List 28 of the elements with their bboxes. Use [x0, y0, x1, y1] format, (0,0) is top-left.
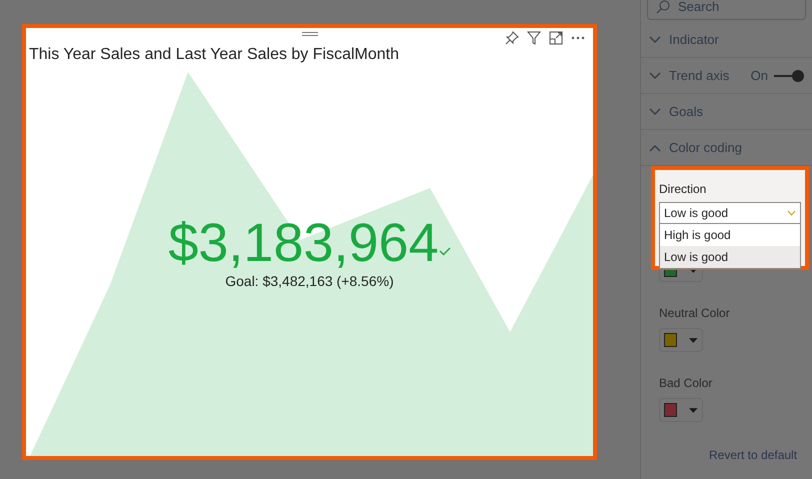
goal-text: Goal: $3,482,163 (+8.56%): [225, 272, 394, 290]
search-input[interactable]: Search: [678, 0, 788, 17]
toggle-label: On: [750, 66, 768, 85]
direction-label: Direction: [659, 181, 706, 198]
color-label: Neutral Color: [659, 305, 731, 322]
direction-dropdown[interactable]: Low is good: [659, 202, 801, 224]
chevron-down-icon: [787, 210, 796, 216]
checkmark-icon: [438, 247, 451, 256]
more-options-icon[interactable]: [571, 36, 585, 40]
section-header[interactable]: Trend axis On: [641, 58, 812, 94]
caret-icon: [689, 338, 698, 342]
color-picker[interactable]: [659, 398, 703, 422]
kpi-value: $3,183,964: [168, 214, 439, 272]
drag-handle-icon[interactable]: [302, 32, 318, 36]
toggle-switch[interactable]: [774, 70, 804, 82]
section-header[interactable]: Goals: [641, 94, 812, 130]
section-header[interactable]: Indicator: [641, 22, 812, 58]
pin-icon[interactable]: [505, 31, 519, 45]
search-field[interactable]: Search: [647, 0, 806, 20]
visual-title: This Year Sales and Last Year Sales by FiscalMonth: [28, 45, 399, 65]
revert-link[interactable]: Revert to default: [709, 446, 798, 464]
color-label: Bad Color: [659, 375, 714, 392]
dropdown-option[interactable]: Low is good: [660, 246, 800, 268]
caret-icon: [689, 408, 698, 412]
focus-mode-icon[interactable]: [549, 31, 563, 45]
search-icon: [656, 0, 670, 14]
color-picker[interactable]: [659, 328, 703, 352]
filter-icon[interactable]: [527, 31, 541, 45]
